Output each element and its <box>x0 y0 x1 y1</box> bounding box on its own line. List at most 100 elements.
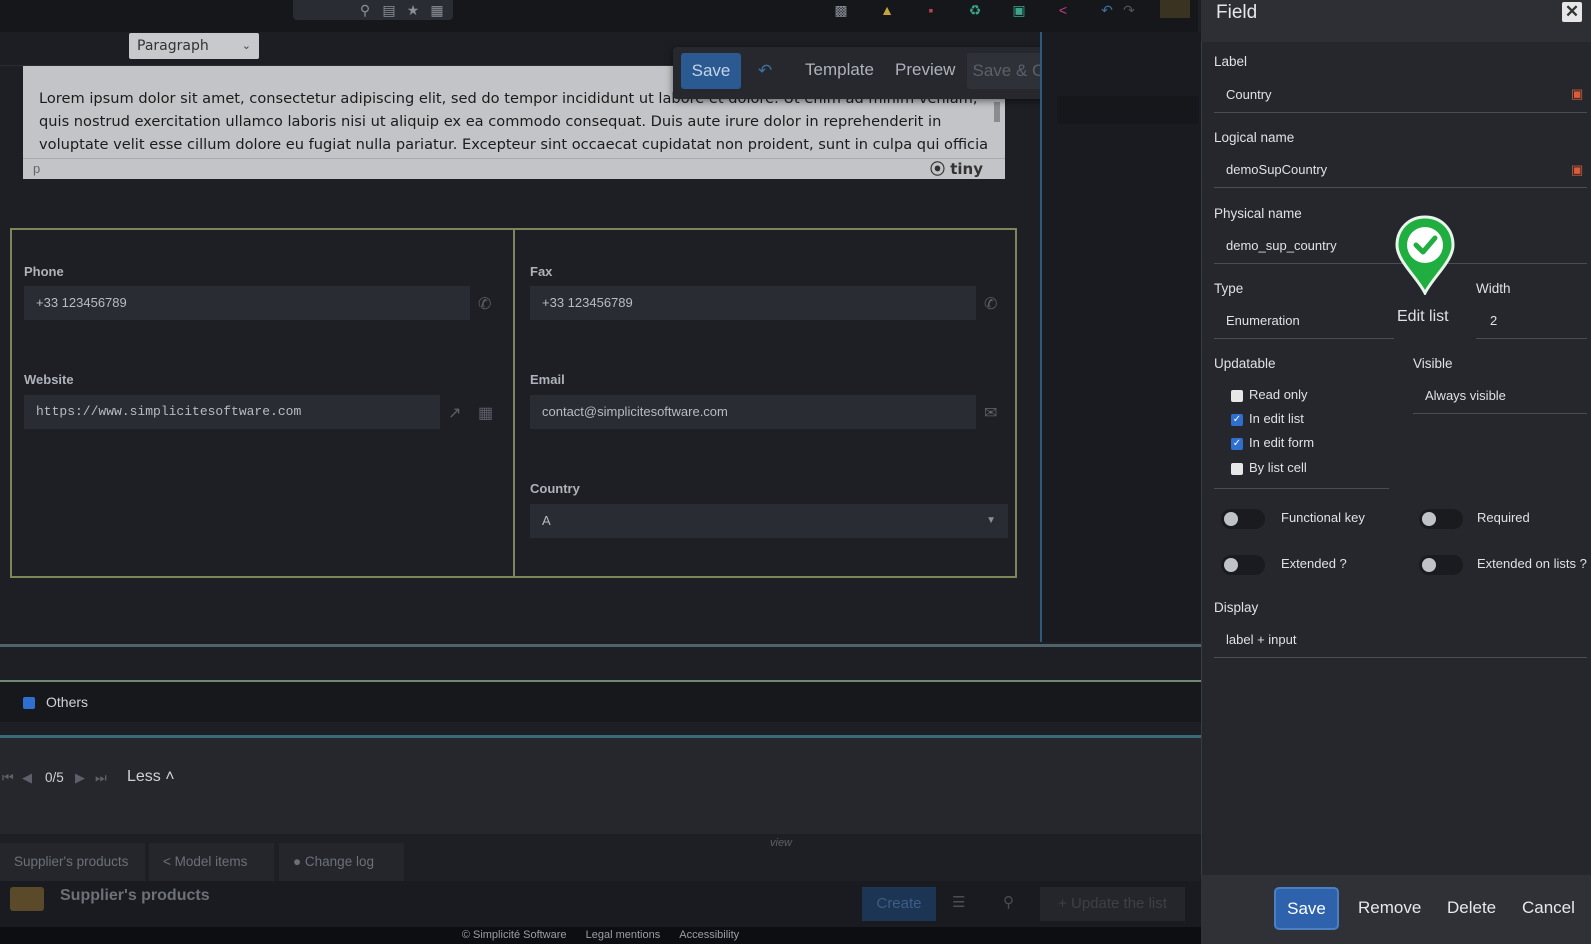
website-input[interactable]: https://www.simplicitesoftware.com <box>24 395 440 429</box>
updatable-label: Updatable <box>1214 356 1276 371</box>
update-list-label: Update the list <box>1071 895 1167 912</box>
update-list-button[interactable]: + Update the list <box>1040 887 1185 921</box>
drawer-save-button[interactable]: Save <box>1274 887 1339 930</box>
remove-button[interactable]: Remove <box>1358 898 1421 918</box>
user-avatar[interactable] <box>1160 0 1190 18</box>
external-link-icon[interactable]: ↗ <box>448 403 461 423</box>
qrcode-icon[interactable]: ▦ <box>428 2 446 18</box>
required-toggle[interactable] <box>1419 509 1463 529</box>
required-label: Required <box>1477 510 1530 525</box>
edit-list-pin-icon[interactable] <box>1395 215 1455 295</box>
phone-icon[interactable]: ✆ <box>478 294 491 314</box>
tab-label: Supplier's products <box>14 854 129 869</box>
label-field-input[interactable]: Country <box>1226 87 1272 102</box>
logical-name-input[interactable]: demoSupCountry <box>1226 162 1327 177</box>
email-input[interactable]: contact@simplicitesoftware.com <box>530 395 976 429</box>
accessibility-link[interactable]: Accessibility <box>679 929 739 941</box>
extended-lists-toggle[interactable] <box>1419 555 1463 575</box>
fax-label: Fax <box>530 264 553 279</box>
others-section[interactable]: Others <box>0 682 1201 722</box>
section-separator <box>0 644 1201 647</box>
envelope-icon[interactable]: ✉ <box>984 403 997 423</box>
phone-input[interactable]: +33 123456789 <box>24 286 470 320</box>
calendar-icon[interactable]: ▤ <box>380 2 398 18</box>
in-edit-form-checkbox[interactable]: ✓ <box>1231 438 1243 450</box>
fax-phone-icon[interactable]: ✆ <box>984 294 997 314</box>
read-only-checkbox[interactable] <box>1231 390 1243 402</box>
in-edit-list-checkbox[interactable]: ✓ <box>1231 414 1243 426</box>
delete-button[interactable]: Delete <box>1447 898 1496 918</box>
type-label: Type <box>1214 281 1244 296</box>
info-icon <box>23 697 35 709</box>
by-list-cell-checkbox[interactable] <box>1231 463 1243 475</box>
undo-icon[interactable]: ↶ <box>1098 2 1116 18</box>
functional-key-toggle[interactable] <box>1221 509 1265 529</box>
tab-change-log[interactable]: ● Change log <box>279 843 404 881</box>
copyright-link[interactable]: © Simplicité Software <box>462 929 567 941</box>
logical-name-label: Logical name <box>1214 130 1295 145</box>
search-icon[interactable]: ⚲ <box>1003 893 1014 911</box>
physical-name-input[interactable]: demo_sup_country <box>1226 238 1337 253</box>
editor-scrollbar[interactable] <box>992 96 1002 156</box>
star-icon[interactable]: ★ <box>404 2 422 18</box>
suppliers-products-panel: Supplier's products Create ☰ ⚲ + Update … <box>0 881 1201 929</box>
field-underline <box>1214 187 1587 188</box>
caret-down-icon: ▼ <box>986 515 996 526</box>
others-label: Others <box>46 694 89 710</box>
preview-button[interactable]: Preview <box>895 60 955 80</box>
editor-path: p <box>33 161 41 176</box>
tab-suppliers-products[interactable]: Supplier's products <box>0 843 145 881</box>
legal-mentions-link[interactable]: Legal mentions <box>586 929 661 941</box>
drawer-header <box>1201 0 1591 42</box>
trophy-icon[interactable]: ▲ <box>878 2 896 18</box>
extended-toggle[interactable] <box>1221 555 1265 575</box>
tab-model-items[interactable]: < Model items <box>149 843 274 881</box>
tiny-logo[interactable]: ⦿ tiny <box>930 159 983 179</box>
scroll-thumb[interactable] <box>994 102 1000 122</box>
recycle-icon[interactable]: ♻ <box>966 2 984 18</box>
last-page-icon[interactable]: ⏭ <box>95 770 107 786</box>
share-icon[interactable]: < <box>1054 2 1072 18</box>
field-underline <box>1214 338 1394 339</box>
template-button[interactable]: Template <box>805 60 874 80</box>
undo-icon[interactable]: ↶ <box>758 61 772 81</box>
fax-input[interactable]: +33 123456789 <box>530 286 976 320</box>
website-label: Website <box>24 372 74 387</box>
pager-area: ⏮ ◀ 0/5 ▶ ⏭ Less ˄ <box>0 738 1201 834</box>
display-select[interactable]: label + input <box>1226 632 1296 647</box>
phone-label: Phone <box>24 264 64 279</box>
display-label: Display <box>1214 600 1259 615</box>
list-icon[interactable]: ☰ <box>952 893 965 911</box>
box-icon <box>10 887 44 911</box>
read-only-label: Read only <box>1249 387 1308 402</box>
visible-label: Visible <box>1413 356 1453 371</box>
search-icon[interactable]: ⚲ <box>356 2 374 18</box>
type-select[interactable]: Enumeration <box>1226 313 1300 328</box>
create-button[interactable]: Create <box>862 887 936 921</box>
less-label: Less <box>127 768 161 785</box>
prev-page-icon[interactable]: ◀ <box>22 770 32 786</box>
robot-icon[interactable]: ▩ <box>832 2 850 18</box>
paragraph-format-select[interactable]: Paragraph ⌄ <box>129 33 259 59</box>
next-page-icon[interactable]: ▶ <box>75 770 85 786</box>
edit-list-label[interactable]: Edit list <box>1397 308 1449 326</box>
visible-select[interactable]: Always visible <box>1425 388 1506 403</box>
translate-icon[interactable]: ▣ <box>1571 162 1583 178</box>
slides-icon[interactable]: ▪ <box>922 2 940 18</box>
less-button[interactable]: Less ˄ <box>127 768 175 786</box>
tab-label: Change log <box>304 854 374 869</box>
extended-label: Extended ? <box>1281 556 1347 571</box>
page-count: 0/5 <box>45 770 64 785</box>
redo-icon[interactable]: ↷ <box>1120 2 1138 18</box>
first-page-icon[interactable]: ⏮ <box>2 770 14 786</box>
monitor-icon[interactable]: ▣ <box>1010 2 1028 18</box>
save-button[interactable]: Save <box>681 53 741 89</box>
physical-name-label: Physical name <box>1214 206 1302 221</box>
cancel-button[interactable]: Cancel <box>1522 898 1575 918</box>
close-icon[interactable]: ✕ <box>1562 2 1582 22</box>
width-input[interactable]: 2 <box>1490 313 1497 328</box>
translate-icon[interactable]: ▣ <box>1571 86 1583 102</box>
qrcode-icon[interactable]: ▦ <box>478 403 493 423</box>
country-select[interactable]: A ▼ <box>530 504 1008 538</box>
country-value: A <box>542 513 551 528</box>
